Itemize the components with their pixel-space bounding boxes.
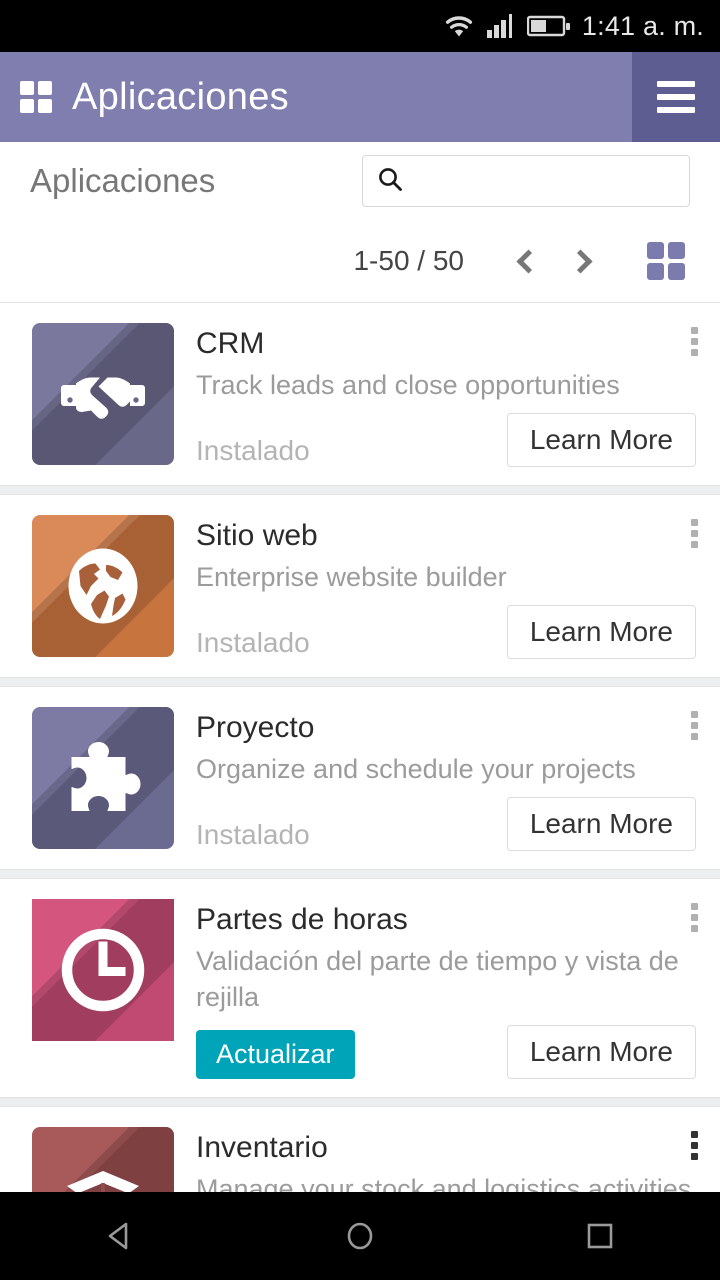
list-item[interactable]: CRM Track leads and close opportunities … xyxy=(0,302,720,487)
app-list: CRM Track leads and close opportunities … xyxy=(0,302,720,1280)
app-description: Validación del parte de tiempo y vista d… xyxy=(196,945,679,1012)
card-footer: Instalado Learn More xyxy=(196,787,696,852)
status-bar: 1:41 a. m. xyxy=(0,0,720,52)
kebab-menu-icon[interactable] xyxy=(691,1131,698,1161)
kebab-menu-icon[interactable] xyxy=(691,327,698,356)
card-footer: Actualizar Learn More xyxy=(196,1015,696,1080)
list-item[interactable]: Partes de horas Validación del parte de … xyxy=(0,878,720,1099)
control-panel-top-row: Aplicaciones xyxy=(30,142,690,220)
learn-more-button[interactable]: Learn More xyxy=(506,413,696,468)
phone-screen: 1:41 a. m. Aplicaciones Aplicaciones 1-5… xyxy=(0,0,720,1280)
kebab-menu-icon[interactable] xyxy=(691,711,698,741)
hamburger-menu-icon[interactable] xyxy=(632,52,720,142)
learn-more-button[interactable]: Learn More xyxy=(506,605,696,660)
clock-icon xyxy=(32,899,174,1042)
app-name: Sitio web xyxy=(196,519,318,553)
learn-more-button[interactable]: Learn More xyxy=(506,797,696,852)
handshake-icon xyxy=(32,323,174,465)
search-icon xyxy=(377,166,403,197)
android-nav-bar xyxy=(0,1192,720,1280)
app-description: Organize and schedule your projects xyxy=(196,753,636,784)
card-footer: Instalado Learn More xyxy=(196,403,696,468)
app-name: CRM xyxy=(196,327,265,360)
search-input[interactable] xyxy=(413,168,675,194)
search-box[interactable] xyxy=(362,155,690,207)
app-bar-title: Aplicaciones xyxy=(72,75,289,118)
app-name: Inventario xyxy=(196,1131,328,1165)
app-description: Track leads and close opportunities xyxy=(196,369,620,400)
wifi-icon xyxy=(443,13,475,39)
square-recents-icon[interactable] xyxy=(540,1192,660,1280)
list-item[interactable]: Proyecto Organize and schedule your proj… xyxy=(0,686,720,871)
card-body: CRM Track leads and close opportunities … xyxy=(196,323,696,468)
learn-more-button[interactable]: Learn More xyxy=(506,1025,696,1080)
card-body: Partes de horas Validación del parte de … xyxy=(196,899,696,1080)
kebab-menu-icon[interactable] xyxy=(691,519,698,549)
cellular-signal-icon xyxy=(486,13,516,39)
card-footer: Instalado Learn More xyxy=(196,595,696,660)
list-item[interactable]: Sitio web Enterprise website builder Ins… xyxy=(0,494,720,679)
app-bar: Aplicaciones xyxy=(0,52,720,142)
globe-icon xyxy=(32,515,174,658)
chevron-left-icon xyxy=(515,248,541,274)
status-badge: Instalado xyxy=(196,627,310,659)
circle-home-icon[interactable] xyxy=(300,1192,420,1280)
pager-previous-button[interactable] xyxy=(502,235,554,287)
status-bar-clock: 1:41 a. m. xyxy=(581,10,704,41)
puzzle-piece-icon xyxy=(32,707,174,850)
kebab-menu-icon[interactable] xyxy=(691,903,698,933)
triangle-back-icon[interactable] xyxy=(60,1192,180,1280)
app-description: Enterprise website builder xyxy=(196,561,507,592)
battery-icon xyxy=(526,14,571,38)
app-name: Proyecto xyxy=(196,711,315,745)
chevron-right-icon xyxy=(567,248,593,274)
status-badge: Instalado xyxy=(196,819,310,851)
breadcrumb: Aplicaciones xyxy=(30,162,216,199)
pager-next-button[interactable] xyxy=(554,235,606,287)
app-name: Partes de horas xyxy=(196,903,408,937)
control-panel: Aplicaciones 1-50 / 50 xyxy=(0,142,720,302)
card-body: Proyecto Organize and schedule your proj… xyxy=(196,707,696,852)
card-body: Sitio web Enterprise website builder Ins… xyxy=(196,515,696,660)
kanban-grid-view-icon[interactable] xyxy=(642,242,690,280)
apps-grid-icon[interactable] xyxy=(0,81,72,113)
control-panel-pager-row: 1-50 / 50 xyxy=(30,220,690,302)
pager-count: 1-50 / 50 xyxy=(353,245,464,276)
update-button[interactable]: Actualizar xyxy=(196,1030,355,1080)
status-badge: Instalado xyxy=(196,435,310,467)
